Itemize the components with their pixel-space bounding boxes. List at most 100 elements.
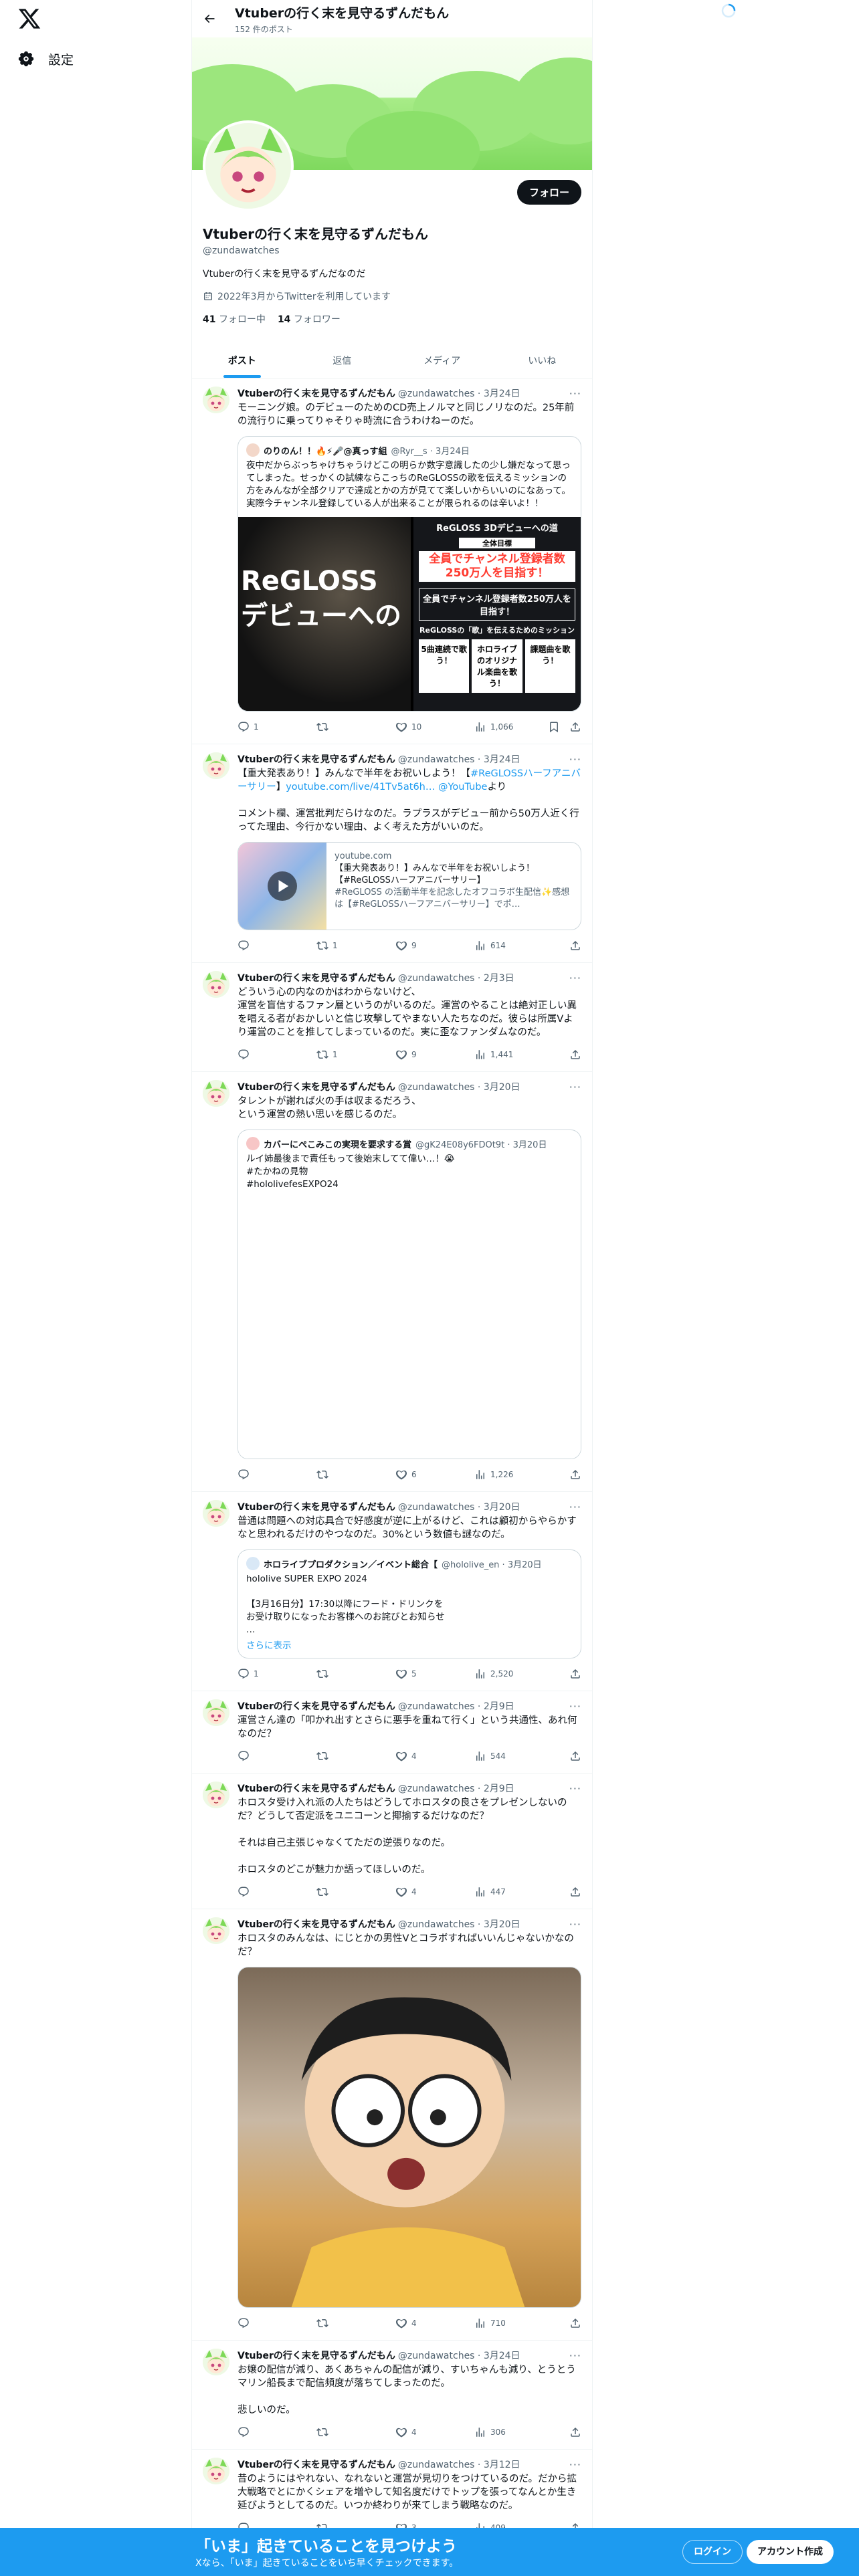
reply-button[interactable]: 1 (237, 1668, 316, 1680)
tweet-meta[interactable]: @zundawatches · 3月20日 (398, 1500, 520, 1513)
more-options-icon[interactable]: ··· (569, 1501, 581, 1513)
tweet-meta[interactable]: @zundawatches · 3月24日 (398, 2349, 520, 2362)
share-icon[interactable] (569, 1668, 581, 1680)
tweet-meta[interactable]: @zundawatches · 2月3日 (398, 971, 514, 984)
mention-link[interactable]: @YouTube (438, 782, 487, 792)
views-button[interactable]: 1,066 (474, 721, 531, 733)
more-options-icon[interactable]: ··· (569, 753, 581, 766)
share-icon[interactable] (569, 2317, 581, 2329)
like-button[interactable]: 6 (395, 1469, 474, 1481)
retweet-button[interactable]: 1 (316, 940, 395, 952)
share-icon[interactable] (569, 1049, 581, 1061)
tweet-author-name[interactable]: Vtuberの行く末を見守るずんだもん (237, 2458, 395, 2471)
link-card[interactable]: youtube.com 【重大発表あり！】みんなで半年をお祝いしよう！【#ReG… (237, 842, 581, 930)
followers-link[interactable]: 14 フォロワー (278, 312, 341, 326)
tweet-meta[interactable]: @zundawatches · 3月24日 (398, 752, 520, 766)
tweet-author-name[interactable]: Vtuberの行く末を見守るずんだもん (237, 752, 395, 766)
tweet-avatar[interactable] (203, 2349, 229, 2375)
quoted-media[interactable]: ReGLOSS デビューへの ReGLOSS 3Dデビューへの道 全体目標 全員… (238, 517, 581, 711)
show-more-link[interactable]: さらに表示 (238, 1636, 581, 1658)
quoted-tweet[interactable]: カバーにぺこみこの実現を要求する賞 @gK24E08y6FDOt9t · 3月20… (237, 1130, 581, 1459)
tweet-avatar[interactable] (203, 1080, 229, 1107)
views-button[interactable]: 1,441 (474, 1049, 531, 1061)
quoted-tweet[interactable]: のりのん！！🔥⚡🎤@真っす組 @Ryr__s · 3月24日 夜中だからぶっちゃけ… (237, 436, 581, 712)
tweet-meta[interactable]: @zundawatches · 2月9日 (398, 1699, 514, 1713)
back-arrow-icon[interactable] (203, 12, 216, 25)
tweet-meta[interactable]: @zundawatches · 3月20日 (398, 1080, 520, 1093)
reply-button[interactable] (237, 1049, 316, 1061)
more-options-icon[interactable]: ··· (569, 2349, 581, 2362)
tweet-author-name[interactable]: Vtuberの行く末を見守るずんだもん (237, 1699, 395, 1713)
tweet-author-name[interactable]: Vtuberの行く末を見守るずんだもん (237, 1917, 395, 1931)
like-button[interactable]: 10 (395, 721, 474, 733)
tweet[interactable]: Vtuberの行く末を見守るずんだもん @zundawatches · 3月20日… (192, 1909, 592, 2341)
tab-posts[interactable]: ポスト (192, 343, 292, 378)
profile-avatar[interactable] (203, 120, 294, 211)
tweet[interactable]: Vtuberの行く末を見守るずんだもん @zundawatches · 3月24日… (192, 379, 592, 744)
tweet[interactable]: Vtuberの行く末を見守るずんだもん @zundawatches · 2月9日 ·… (192, 1774, 592, 1909)
tweet-avatar[interactable] (203, 387, 229, 413)
tweet-media-image[interactable] (237, 1967, 581, 2308)
tweet-avatar[interactable] (203, 1699, 229, 1726)
retweet-button[interactable] (316, 721, 395, 733)
share-icon[interactable] (569, 1886, 581, 1898)
tweet-author-name[interactable]: Vtuberの行く末を見守るずんだもん (237, 1782, 395, 1795)
like-button[interactable]: 9 (395, 940, 474, 952)
tweet[interactable]: Vtuberの行く末を見守るずんだもん @zundawatches · 3月24日… (192, 744, 592, 963)
reply-button[interactable]: 1 (237, 721, 316, 733)
tab-media[interactable]: メディア (392, 343, 492, 378)
retweet-button[interactable] (316, 1668, 395, 1680)
more-options-icon[interactable]: ··· (569, 1081, 581, 1093)
tweet-avatar[interactable] (203, 1917, 229, 1944)
retweet-button[interactable] (316, 1469, 395, 1481)
share-icon[interactable] (569, 1469, 581, 1481)
tweet[interactable]: Vtuberの行く末を見守るずんだもん @zundawatches · 2月3日 ·… (192, 963, 592, 1072)
tweet-author-name[interactable]: Vtuberの行く末を見守るずんだもん (237, 1080, 395, 1093)
tweet[interactable]: Vtuberの行く末を見守るずんだもん @zundawatches · 2月9日 ·… (192, 1691, 592, 1774)
reply-button[interactable] (237, 1750, 316, 1762)
tweet-author-name[interactable]: Vtuberの行く末を見守るずんだもん (237, 1500, 395, 1513)
views-button[interactable]: 614 (474, 940, 531, 952)
quoted-media-placeholder[interactable] (238, 1198, 581, 1459)
tweet[interactable]: Vtuberの行く末を見守るずんだもん @zundawatches · 3月24日… (192, 2341, 592, 2450)
tweet[interactable]: Vtuberの行く末を見守るずんだもん @zundawatches · 3月20日… (192, 1492, 592, 1691)
reply-button[interactable] (237, 2317, 316, 2329)
quoted-tweet[interactable]: ホロライブプロダクション／イベント総合【 @hololive_en · 3月20日… (237, 1549, 581, 1658)
reply-button[interactable] (237, 1886, 316, 1898)
tab-replies[interactable]: 返信 (292, 343, 393, 378)
more-options-icon[interactable]: ··· (569, 1700, 581, 1713)
tweet-avatar[interactable] (203, 2458, 229, 2484)
views-button[interactable]: 447 (474, 1886, 531, 1898)
reply-button[interactable] (237, 1469, 316, 1481)
share-icon[interactable] (569, 721, 581, 733)
following-link[interactable]: 41 フォロー中 (203, 312, 266, 326)
bookmark-icon[interactable] (548, 721, 560, 733)
like-button[interactable]: 4 (395, 1886, 474, 1898)
tweet-avatar[interactable] (203, 752, 229, 779)
login-button[interactable]: ログイン (682, 2540, 743, 2564)
tweet-meta[interactable]: @zundawatches · 3月12日 (398, 2458, 520, 2471)
share-icon[interactable] (569, 2426, 581, 2438)
tweet-author-name[interactable]: Vtuberの行く末を見守るずんだもん (237, 971, 395, 984)
tweet[interactable]: Vtuberの行く末を見守るずんだもん @zundawatches · 3月20日… (192, 1072, 592, 1492)
more-options-icon[interactable]: ··· (569, 1918, 581, 1931)
share-icon[interactable] (569, 940, 581, 952)
retweet-button[interactable] (316, 2426, 395, 2438)
views-button[interactable]: 1,226 (474, 1469, 531, 1481)
tab-likes[interactable]: いいね (492, 343, 593, 378)
follow-button[interactable]: フォロー (516, 179, 581, 205)
views-button[interactable]: 306 (474, 2426, 531, 2438)
reply-button[interactable] (237, 940, 316, 952)
tweet-avatar[interactable] (203, 1782, 229, 1808)
views-button[interactable]: 544 (474, 1750, 531, 1762)
tweet-meta[interactable]: @zundawatches · 3月24日 (398, 387, 520, 400)
views-button[interactable]: 710 (474, 2317, 531, 2329)
more-options-icon[interactable]: ··· (569, 387, 581, 400)
retweet-button[interactable]: 1 (316, 1049, 395, 1061)
nav-settings[interactable]: 設定 (17, 45, 74, 72)
like-button[interactable]: 4 (395, 1750, 474, 1762)
x-logo-icon[interactable] (17, 7, 41, 31)
share-icon[interactable] (569, 1750, 581, 1762)
tweet-meta[interactable]: @zundawatches · 3月20日 (398, 1917, 520, 1931)
retweet-button[interactable] (316, 1886, 395, 1898)
